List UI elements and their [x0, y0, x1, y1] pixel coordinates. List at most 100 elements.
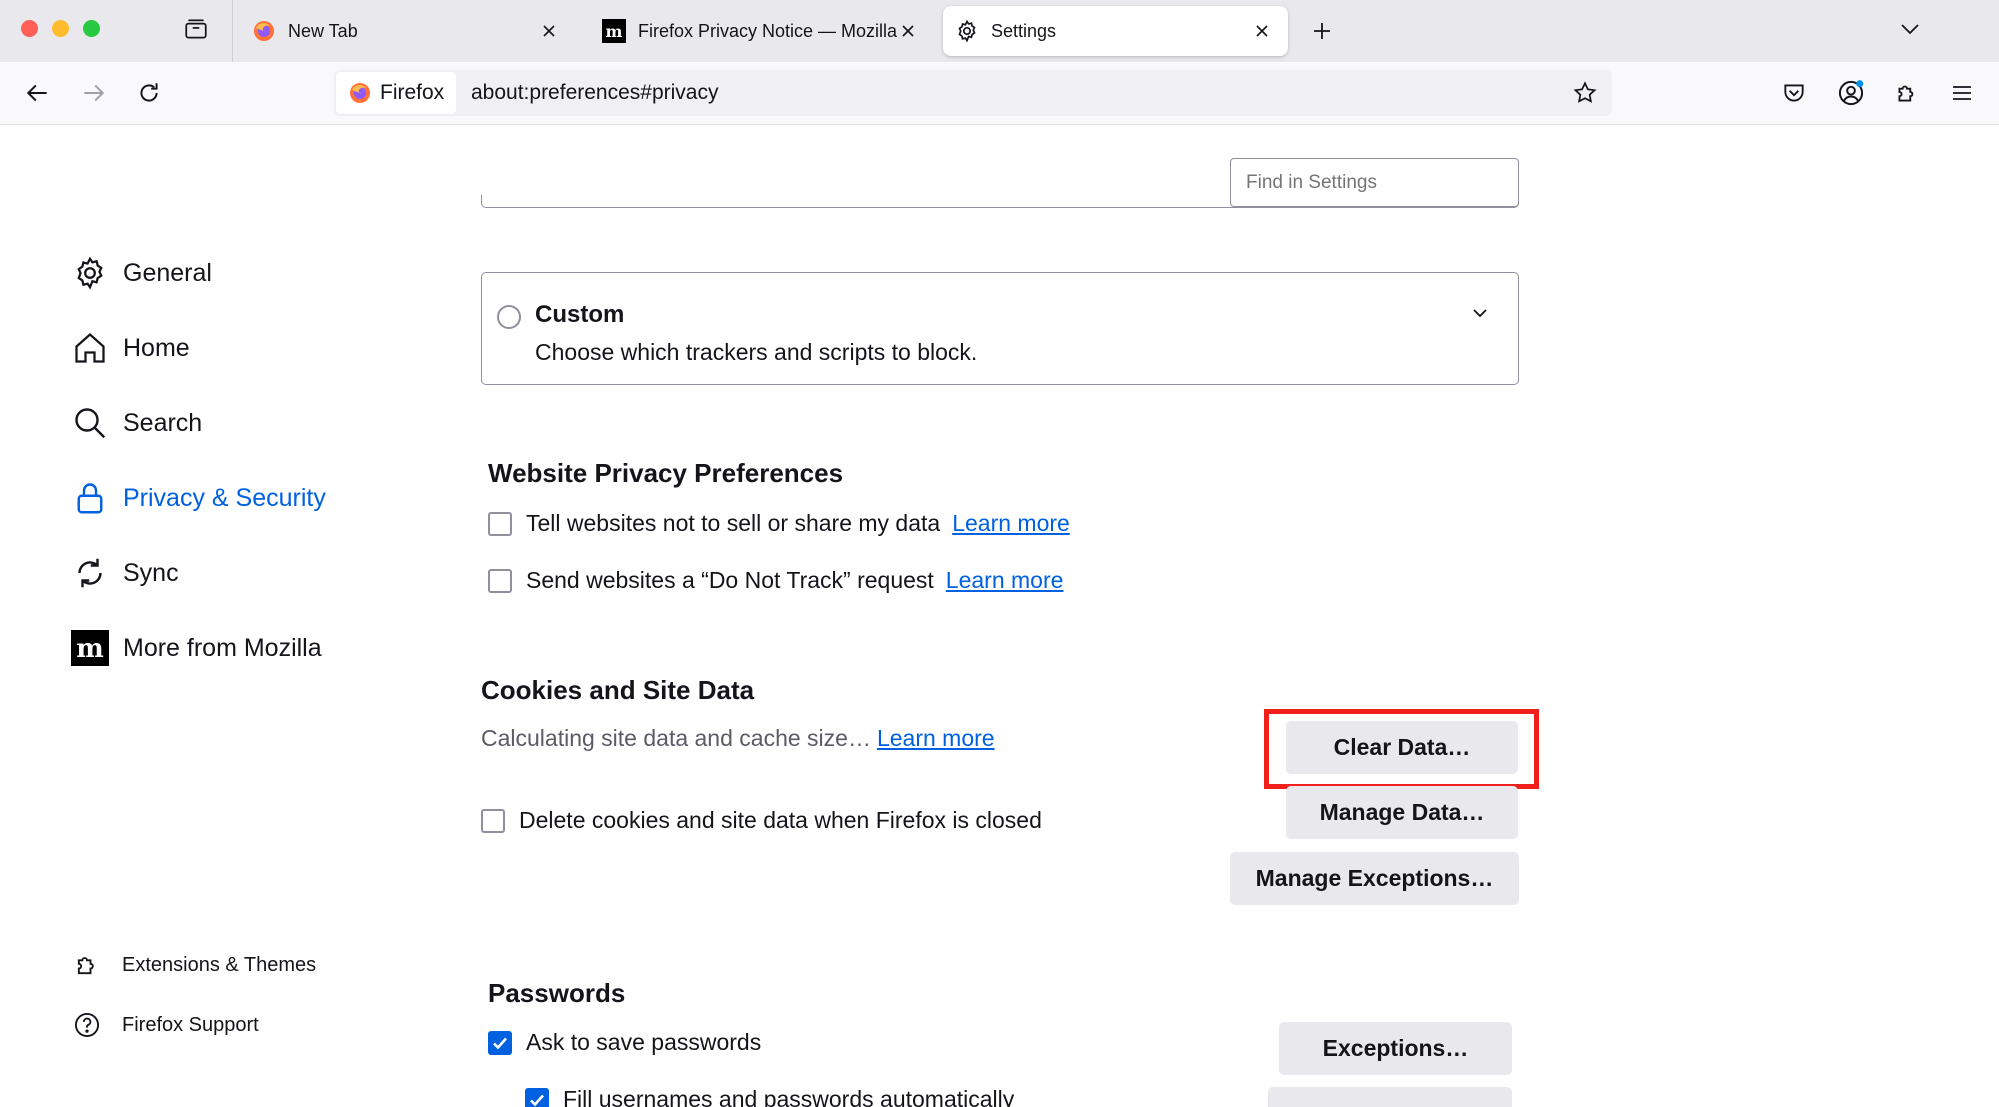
pocket-icon: [1784, 84, 1804, 102]
tab-title: Firefox Privacy Notice — Mozilla: [638, 20, 898, 41]
cookies-status-row: Calculating site data and cache size… Le…: [481, 725, 995, 752]
forward-button[interactable]: [76, 76, 110, 110]
dnt-label: Send websites a “Do Not Track” request: [526, 567, 934, 593]
sidebar-extensions-themes[interactable]: Extensions & Themes: [72, 948, 316, 982]
mozilla-m-icon: m: [70, 628, 110, 668]
custom-option-card[interactable]: Custom Choose which trackers and scripts…: [481, 272, 1519, 385]
sidebar-item-home[interactable]: Home: [70, 326, 190, 370]
checkmark-icon: [530, 1094, 544, 1106]
close-tab-icon[interactable]: [1250, 19, 1274, 43]
sidebar-item-sync[interactable]: Sync: [70, 551, 179, 595]
firefox-icon: [350, 83, 370, 103]
identity-box[interactable]: Firefox: [336, 72, 457, 114]
password-exceptions-button[interactable]: Exceptions…: [1279, 1022, 1512, 1075]
mozilla-m-icon: m: [602, 19, 626, 43]
highlight-box: [1264, 709, 1539, 789]
dnt-row: Send websites a “Do Not Track” request L…: [488, 567, 1063, 594]
sidebar-foot-label: Firefox Support: [122, 1013, 259, 1036]
dnt-learn-more-link[interactable]: Learn more: [946, 567, 1064, 594]
privacy-prefs-title: Website Privacy Preferences: [488, 458, 844, 488]
svg-text:m: m: [606, 22, 623, 41]
sidebar-foot-label: Extensions & Themes: [122, 953, 317, 976]
autofill-checkbox[interactable]: [525, 1087, 549, 1107]
lock-icon: [70, 478, 110, 518]
plus-icon: [1314, 23, 1330, 39]
firefox-icon: [252, 19, 276, 43]
passwords-section-title: Passwords: [488, 978, 626, 1008]
tab-settings[interactable]: Settings: [943, 6, 1288, 56]
gpc-checkbox[interactable]: [488, 511, 512, 536]
puzzle-icon: [72, 950, 102, 980]
autofill-row: Fill usernames and passwords automatical…: [525, 1086, 1014, 1107]
gpc-learn-more-link[interactable]: Learn more: [952, 510, 1070, 537]
reload-button[interactable]: [132, 76, 166, 110]
dnt-checkbox[interactable]: [488, 568, 512, 593]
window-zoom-button[interactable]: [83, 20, 100, 37]
tab-new-tab[interactable]: New Tab: [238, 6, 575, 56]
url-text[interactable]: about:preferences#privacy: [471, 70, 718, 116]
window-minimize-button[interactable]: [52, 20, 69, 37]
ask-save-label: Ask to save passwords: [526, 1029, 762, 1055]
pocket-button[interactable]: [1776, 75, 1812, 111]
autofill-label: Fill usernames and passwords automatical…: [563, 1086, 1015, 1107]
firefox-view-icon: [185, 19, 207, 39]
list-all-tabs-button[interactable]: [1893, 12, 1927, 46]
tab-title: New Tab: [288, 20, 358, 41]
sidebar-item-general[interactable]: General: [70, 251, 212, 295]
sidebar-item-label: More from Mozilla: [123, 633, 322, 662]
ask-save-checkbox[interactable]: [488, 1030, 512, 1055]
gpc-label: Tell websites not to sell or share my da…: [526, 510, 941, 536]
checkmark-icon: [493, 1037, 507, 1049]
cookies-status-text: Calculating site data and cache size…: [481, 725, 871, 751]
tab-strip: New Tab m Firefox Privacy Notice — Mozil…: [0, 0, 1999, 62]
extensions-button[interactable]: [1889, 75, 1925, 111]
manage-data-button[interactable]: Manage Data…: [1286, 786, 1518, 839]
expand-custom-button[interactable]: [1468, 301, 1492, 325]
new-tab-button[interactable]: [1305, 14, 1339, 48]
close-tab-icon[interactable]: [537, 19, 561, 43]
app-menu-button[interactable]: [1944, 75, 1980, 111]
custom-option-description: Choose which trackers and scripts to blo…: [535, 339, 978, 365]
sidebar-item-more-from-mozilla[interactable]: m More from Mozilla: [70, 626, 322, 670]
gear-icon: [955, 19, 979, 43]
url-bar[interactable]: Firefox about:preferences#privacy: [334, 70, 1612, 116]
custom-radio[interactable]: [497, 305, 521, 329]
sidebar-item-label: Home: [123, 333, 190, 362]
sync-icon: [70, 553, 110, 593]
arrow-right-icon: [84, 84, 105, 102]
close-tab-icon[interactable]: [896, 19, 920, 43]
ask-save-row: Ask to save passwords: [488, 1029, 761, 1056]
tab-strip-separator: [232, 0, 233, 62]
delete-cookies-label: Delete cookies and site data when Firefo…: [519, 807, 1042, 833]
sidebar-firefox-support[interactable]: Firefox Support: [72, 1008, 259, 1042]
window-close-button[interactable]: [21, 20, 38, 37]
chevron-down-icon: [1473, 309, 1487, 318]
back-button[interactable]: [21, 76, 55, 110]
tab-title: Settings: [991, 20, 1057, 41]
tab-privacy-notice[interactable]: m Firefox Privacy Notice — Mozilla: [588, 6, 934, 56]
account-button[interactable]: [1833, 75, 1869, 111]
saved-passwords-button[interactable]: [1268, 1087, 1512, 1107]
gear-icon: [70, 253, 110, 293]
strict-option-card[interactable]: [481, 195, 1519, 208]
manage-exceptions-button[interactable]: Manage Exceptions…: [1230, 852, 1519, 905]
sidebar-item-label: General: [123, 258, 212, 287]
firefox-view-button[interactable]: [181, 14, 211, 44]
cookies-section-title: Cookies and Site Data: [481, 675, 755, 705]
sidebar-item-label: Sync: [123, 558, 179, 587]
puzzle-icon: [1898, 85, 1914, 102]
svg-text:m: m: [76, 634, 104, 664]
bookmark-star-button[interactable]: [1570, 78, 1600, 108]
sidebar-item-privacy-security[interactable]: Privacy & Security: [70, 476, 326, 520]
delete-cookies-checkbox[interactable]: [481, 808, 505, 833]
sidebar-item-search[interactable]: Search: [70, 401, 202, 445]
reload-icon: [140, 83, 158, 102]
sidebar-item-label: Privacy & Security: [123, 483, 326, 512]
account-icon: [1838, 80, 1864, 106]
help-icon: [72, 1010, 102, 1040]
hamburger-menu-icon: [1953, 86, 1971, 100]
cookies-learn-more-link[interactable]: Learn more: [877, 725, 995, 752]
settings-page: General Home Search Privacy & Security S…: [0, 125, 1999, 1107]
navigation-toolbar: Firefox about:preferences#privacy: [0, 62, 1999, 125]
chevron-down-icon: [1901, 24, 1919, 35]
